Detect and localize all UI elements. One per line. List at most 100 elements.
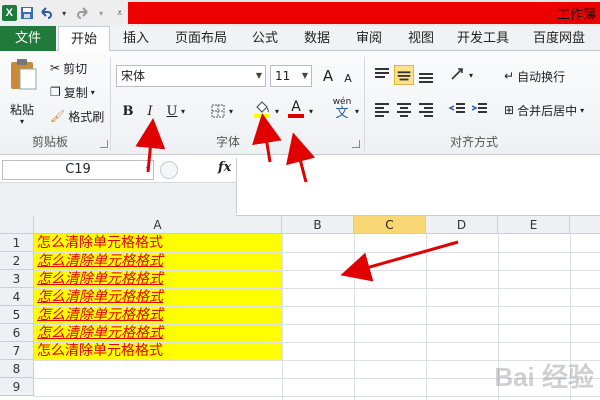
tab-baidu-netdisk[interactable]: 百度网盘 — [528, 26, 590, 51]
row-header-5[interactable]: 5 — [0, 306, 34, 324]
bold-button[interactable]: B — [118, 101, 138, 121]
copy-button[interactable]: ❐ 复制 ▾ — [50, 83, 95, 101]
align-bottom-icon[interactable] — [416, 65, 436, 85]
formula-bar-splitter[interactable] — [160, 161, 178, 179]
tab-home[interactable]: 开始 — [58, 26, 110, 52]
redo-dropdown-icon[interactable]: ▾ — [93, 4, 110, 22]
insert-function-button[interactable]: fx — [218, 160, 231, 175]
italic-button[interactable]: I — [140, 101, 160, 121]
align-top-icon[interactable] — [372, 65, 392, 85]
column-header-b[interactable]: B — [282, 216, 354, 234]
worksheet-grid[interactable]: A B C D E 1 2 3 4 5 6 7 8 9 怎么清除单元格格式 怎么… — [0, 216, 600, 400]
font-size-value: 11 — [275, 69, 291, 83]
title-bar: X ▾ ▾ ⩡ 工作薄 — [0, 0, 600, 26]
customize-toolbar-icon[interactable]: ⩡ — [111, 4, 128, 22]
cut-button[interactable]: ✂ 剪切 — [50, 59, 87, 77]
font-name-dropdown-icon[interactable]: ▼ — [256, 66, 262, 86]
copy-dropdown-icon[interactable]: ▾ — [91, 88, 95, 97]
increase-indent-icon[interactable] — [470, 99, 490, 119]
clipboard-icon — [11, 59, 37, 90]
tab-page-layout[interactable]: 页面布局 — [170, 26, 232, 51]
row-header-1[interactable]: 1 — [0, 234, 34, 252]
clipboard-group-label: 剪贴板 — [32, 135, 69, 149]
save-icon[interactable] — [19, 4, 36, 22]
tab-view[interactable]: 视图 — [400, 26, 442, 51]
column-header-d[interactable]: D — [426, 216, 498, 234]
paste-dropdown-icon[interactable]: ▾ — [20, 117, 24, 126]
title-banner — [128, 2, 600, 24]
ribbon-home: 粘贴 ▾ ✂ 剪切 ❐ 复制 ▾ 🖌 格式刷 剪贴板 宋体 ▼ 11 ▼ A A… — [0, 51, 600, 155]
fill-color-dropdown-icon[interactable]: ▾ — [272, 101, 282, 121]
separator — [364, 57, 365, 151]
cell-a1[interactable]: 怎么清除单元格格式 — [37, 234, 163, 252]
borders-button[interactable] — [208, 101, 228, 121]
cell-a6[interactable]: 怎么清除单元格格式 — [37, 324, 163, 342]
tab-data[interactable]: 数据 — [296, 26, 338, 51]
shrink-font-button[interactable]: A — [338, 68, 358, 88]
merge-center-button[interactable]: ⊞ 合并后居中 ▾ — [504, 101, 584, 119]
name-box-dropdown-icon[interactable]: ▾ — [146, 164, 150, 173]
row-header-8[interactable]: 8 — [0, 360, 34, 378]
font-color-glyph: A — [291, 99, 301, 115]
clipboard-launcher-icon[interactable] — [100, 140, 108, 148]
paste-label: 粘贴 — [10, 103, 35, 117]
paste-button[interactable]: 粘贴 ▾ — [6, 57, 40, 127]
column-header-c[interactable]: C — [354, 216, 426, 234]
font-color-dropdown-icon[interactable]: ▾ — [306, 101, 316, 121]
format-painter-button[interactable]: 🖌 格式刷 — [50, 107, 104, 125]
paintbrush-icon: 🖌 — [50, 109, 66, 123]
excel-logo-icon[interactable]: X — [2, 5, 17, 21]
tab-formulas[interactable]: 公式 — [244, 26, 286, 51]
align-left-icon[interactable] — [372, 99, 392, 119]
grid-line — [426, 234, 427, 400]
tab-file[interactable]: 文件 — [0, 26, 56, 51]
select-all-corner[interactable] — [0, 216, 34, 234]
font-size-dropdown-icon[interactable]: ▼ — [302, 66, 308, 86]
cell-a3[interactable]: 怎么清除单元格格式 — [37, 270, 163, 288]
font-launcher-icon[interactable] — [352, 140, 360, 148]
font-color-button[interactable]: A — [286, 99, 306, 119]
wrap-text-button[interactable]: ↵ 自动换行 — [504, 67, 565, 85]
font-name-value: 宋体 — [121, 69, 146, 83]
align-right-icon[interactable] — [416, 99, 436, 119]
undo-icon[interactable] — [37, 4, 54, 22]
orientation-icon[interactable] — [448, 65, 468, 85]
row-header-9[interactable]: 9 — [0, 378, 34, 396]
orientation-dropdown-icon[interactable]: ▾ — [466, 65, 476, 85]
row-header-7[interactable]: 7 — [0, 342, 34, 360]
row-header-6[interactable]: 6 — [0, 324, 34, 342]
column-header-e[interactable]: E — [498, 216, 570, 234]
font-name-combo[interactable]: 宋体 ▼ — [116, 65, 266, 87]
font-size-combo[interactable]: 11 ▼ — [270, 65, 312, 87]
align-center-icon[interactable] — [394, 99, 414, 119]
align-middle-icon[interactable] — [394, 65, 414, 85]
borders-dropdown-icon[interactable]: ▾ — [226, 101, 236, 121]
decrease-indent-icon[interactable] — [448, 99, 468, 119]
phonetic-dropdown-icon[interactable]: ▾ — [352, 101, 362, 121]
tab-insert[interactable]: 插入 — [114, 26, 158, 51]
cut-label: 剪切 — [63, 61, 88, 76]
fill-color-button[interactable] — [252, 99, 272, 119]
cell-a5[interactable]: 怎么清除单元格格式 — [37, 306, 163, 324]
merge-center-dropdown-icon[interactable]: ▾ — [580, 106, 584, 115]
name-box[interactable]: C19 — [2, 160, 154, 180]
undo-dropdown-icon[interactable]: ▾ — [56, 4, 73, 22]
cell-a2[interactable]: 怎么清除单元格格式 — [37, 252, 163, 270]
row-header-3[interactable]: 3 — [0, 270, 34, 288]
underline-dropdown-icon[interactable]: ▾ — [178, 101, 188, 121]
cell-a4[interactable]: 怎么清除单元格格式 — [37, 288, 163, 306]
tab-review[interactable]: 审阅 — [348, 26, 390, 51]
column-header-a[interactable]: A — [34, 216, 282, 234]
cell-a7[interactable]: 怎么清除单元格格式 — [37, 342, 163, 360]
separator — [110, 57, 111, 151]
scissors-icon: ✂ — [50, 61, 61, 75]
redo-icon[interactable] — [74, 4, 91, 22]
grow-font-button[interactable]: A — [318, 66, 338, 86]
tab-developer[interactable]: 开发工具 — [452, 26, 514, 51]
row-header-2[interactable]: 2 — [0, 252, 34, 270]
paint-bucket-icon — [254, 101, 270, 118]
merge-center-label: 合并后居中 — [517, 103, 578, 118]
row-header-4[interactable]: 4 — [0, 288, 34, 306]
wrap-text-label: 自动换行 — [517, 69, 566, 84]
formula-input[interactable] — [236, 158, 600, 214]
